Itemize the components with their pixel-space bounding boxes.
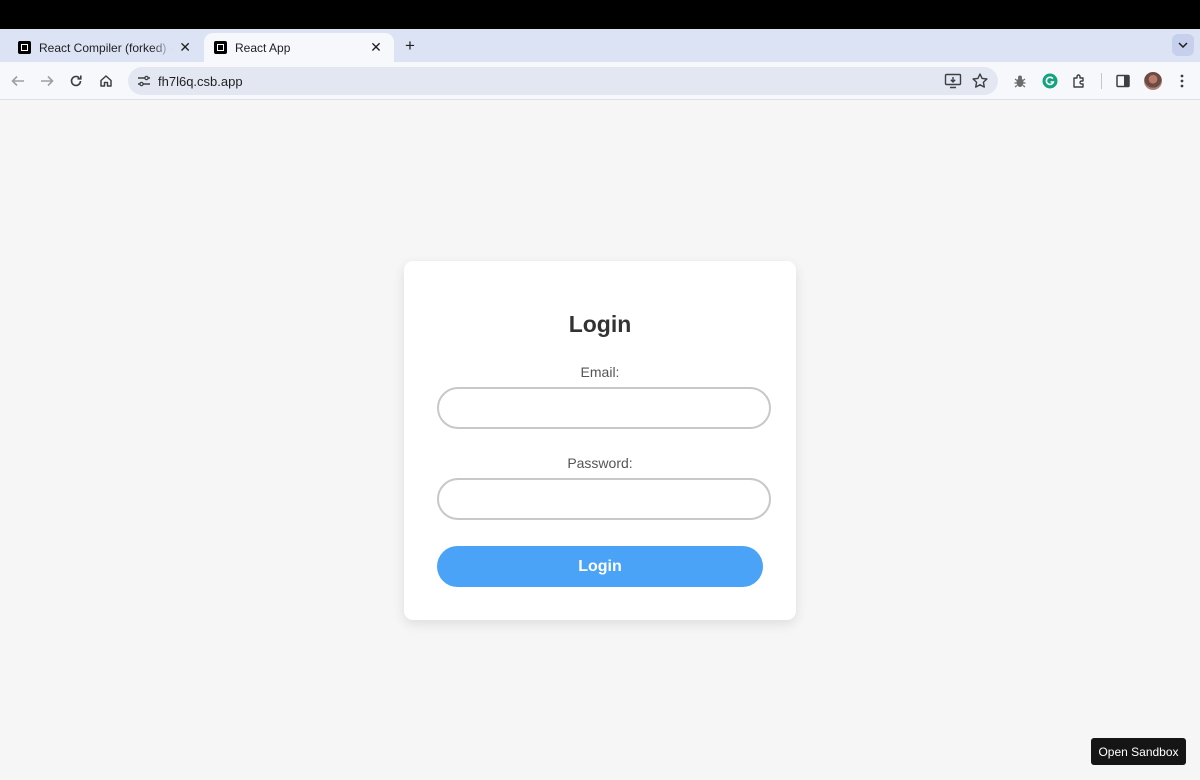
- screen-top-bar: [0, 0, 1200, 29]
- tab-title: React App: [235, 40, 291, 55]
- bug-extension-icon[interactable]: [1011, 72, 1029, 90]
- home-icon[interactable]: [95, 70, 117, 92]
- more-vertical-icon[interactable]: [1173, 72, 1191, 90]
- login-card: Login Email: Password: Login: [404, 261, 796, 620]
- codesandbox-favicon-icon: [18, 41, 31, 54]
- open-sandbox-button[interactable]: Open Sandbox: [1091, 738, 1186, 765]
- side-panel-icon[interactable]: [1114, 72, 1132, 90]
- address-url[interactable]: fh7l6q.csb.app: [158, 74, 243, 89]
- grammarly-extension-icon[interactable]: [1041, 72, 1059, 90]
- tab-strip: React Compiler (forked) - Co ✕ React App…: [0, 29, 1200, 62]
- login-button[interactable]: Login: [437, 546, 763, 587]
- back-arrow-icon[interactable]: [7, 70, 29, 92]
- close-icon[interactable]: ✕: [178, 39, 192, 56]
- login-heading: Login: [568, 311, 632, 337]
- tab-react-app[interactable]: React App ✕: [204, 33, 394, 62]
- tab-react-compiler[interactable]: React Compiler (forked) - Co ✕: [8, 33, 202, 62]
- email-input[interactable]: [437, 387, 771, 429]
- password-label: Password:: [567, 455, 633, 471]
- address-bar[interactable]: fh7l6q.csb.app: [128, 67, 998, 95]
- password-input[interactable]: [437, 478, 771, 520]
- toolbar-divider: [1101, 73, 1102, 89]
- reload-icon[interactable]: [65, 70, 87, 92]
- close-icon[interactable]: ✕: [368, 39, 384, 56]
- codesandbox-favicon-icon: [214, 41, 227, 54]
- tab-search-chevron-down-icon[interactable]: [1172, 34, 1194, 56]
- extensions-puzzle-icon[interactable]: [1070, 72, 1088, 90]
- tab-title: React Compiler (forked) - Co: [39, 40, 172, 55]
- profile-avatar[interactable]: [1144, 72, 1162, 90]
- site-settings-icon[interactable]: [136, 73, 152, 89]
- bookmark-star-icon[interactable]: [971, 72, 989, 90]
- browser-toolbar: fh7l6q.csb.app: [0, 62, 1200, 100]
- new-tab-icon[interactable]: +: [400, 36, 420, 56]
- install-app-icon[interactable]: [944, 73, 962, 89]
- email-label: Email:: [580, 364, 620, 380]
- forward-arrow-icon[interactable]: [36, 70, 58, 92]
